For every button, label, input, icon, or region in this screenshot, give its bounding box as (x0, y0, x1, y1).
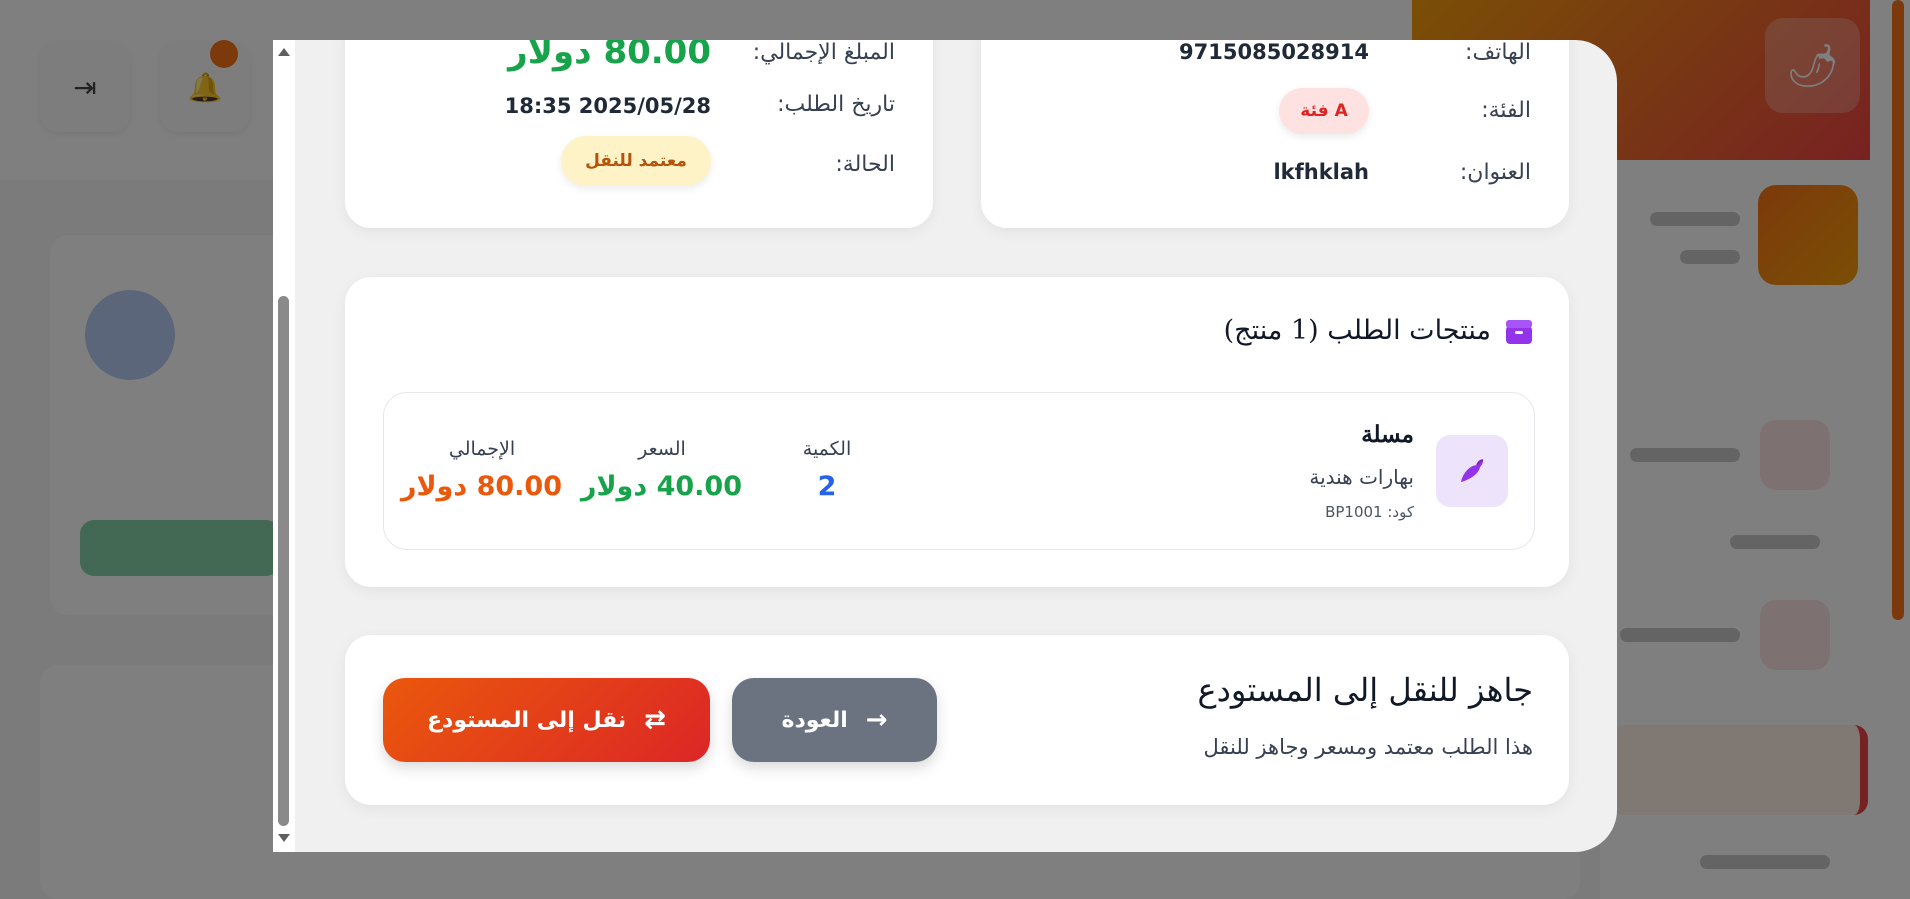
product-category: بهارات هندية (1309, 465, 1414, 489)
phone-label: الهاتف: (1465, 40, 1531, 65)
action-subtitle: هذا الطلب معتمد ومسعر وجاهز للنقل (1203, 735, 1533, 759)
category-badge: فئة A (1279, 88, 1369, 134)
products-title-text: منتجات الطلب (1 منتج) (1223, 315, 1491, 346)
back-button[interactable]: → العودة (732, 678, 937, 762)
product-name: مسلة (1361, 421, 1414, 448)
order-products-card: منتجات الطلب (1 منتج) مسلة بهارات هندية … (345, 277, 1569, 587)
total-amount-label: المبلغ الإجمالي: (752, 40, 895, 65)
price-value: 40.00 دولار (580, 471, 742, 502)
order-details-modal: المبلغ الإجمالي: 80.00 دولار تاريخ الطلب… (273, 40, 1617, 852)
action-title: جاهز للنقل إلى المستودع (1197, 671, 1533, 709)
product-code: كود: BP1001 (1325, 503, 1414, 521)
quantity-value: 2 (817, 471, 837, 502)
swap-arrows-icon: ⇄ (644, 705, 666, 735)
arrow-right-icon: → (865, 705, 888, 735)
category-label: الفئة: (1481, 98, 1531, 123)
line-total-value: 80.00 دولار (400, 471, 562, 502)
box-icon (1506, 319, 1532, 344)
order-info-card: المبلغ الإجمالي: 80.00 دولار تاريخ الطلب… (345, 40, 933, 228)
order-date-value: 18:35 2025/05/28 (504, 94, 711, 118)
phone-value: 9715085028914 (1179, 40, 1369, 64)
total-amount-value: 80.00 دولار (508, 40, 711, 72)
scroll-down-arrow[interactable] (278, 834, 290, 842)
status-label: الحالة: (835, 152, 895, 177)
modal-scrollbar[interactable] (273, 40, 295, 852)
transfer-action-card: جاهز للنقل إلى المستودع هذا الطلب معتمد … (345, 635, 1569, 805)
back-button-label: العودة (781, 707, 848, 733)
scrollbar-thumb[interactable] (278, 296, 289, 826)
quantity-header: الكمية (802, 438, 852, 460)
address-value: lkfhklah (1273, 160, 1369, 184)
customer-info-card: الهاتف: 9715085028914 الفئة: فئة A العنو… (981, 40, 1569, 228)
transfer-button-label: نقل إلى المستودع (427, 707, 627, 733)
scroll-up-arrow[interactable] (278, 48, 290, 56)
products-title: منتجات الطلب (1 منتج) (1224, 315, 1533, 346)
status-badge: معتمد للنقل (561, 136, 711, 186)
order-date-label: تاريخ الطلب: (777, 92, 895, 117)
product-row: مسلة بهارات هندية كود: BP1001 الكمية 2 ا… (383, 392, 1535, 550)
address-label: العنوان: (1459, 160, 1531, 185)
pepper-icon (1436, 435, 1508, 507)
transfer-to-warehouse-button[interactable]: ⇄ نقل إلى المستودع (383, 678, 710, 762)
line-total-header: الإجمالي (448, 438, 516, 460)
price-header: السعر (638, 438, 686, 460)
